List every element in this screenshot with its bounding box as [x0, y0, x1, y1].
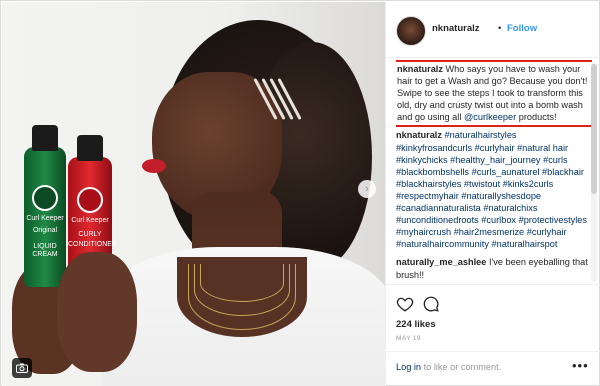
- header-username[interactable]: nknaturalz: [432, 23, 480, 34]
- hashtag-comment: nknaturalz #naturalhairstyles #kinkyfros…: [396, 129, 592, 250]
- bottle-line1: CURLY: [78, 231, 102, 238]
- login-row: Log in to like or comment. •••: [386, 351, 600, 385]
- camera-icon: [12, 358, 32, 378]
- comments-scrollbar-thumb[interactable]: [591, 64, 597, 194]
- bottle-line2: CONDITIONER: [68, 241, 117, 248]
- bottle-line2: LIQUID CREAM: [32, 243, 58, 258]
- hashtag-comment-username[interactable]: nknaturalz: [396, 130, 442, 140]
- login-prompt: Log in to like or comment.: [396, 362, 501, 372]
- login-link[interactable]: Log in: [396, 362, 421, 372]
- photo-right-hand: [57, 252, 137, 372]
- bottle-brand: Curl Keeper: [26, 215, 64, 222]
- comment: naturally_me_ashlee I've been eyeballing…: [396, 256, 592, 280]
- login-prompt-text: to like or comment.: [423, 362, 502, 372]
- post-date: MAY 19: [396, 335, 421, 342]
- instagram-post: Curl Keeper Original LIQUID CREAM Curl K…: [0, 0, 600, 386]
- post-side-panel: nknaturalz • Follow nknaturalz Who says …: [385, 2, 600, 386]
- highlighted-caption: nknaturalz Who says you have to wash you…: [396, 60, 592, 128]
- caption-mention[interactable]: @curlkeeper: [464, 112, 516, 122]
- comment-icon[interactable]: [422, 295, 440, 313]
- comment-username[interactable]: naturally_me_ashlee: [396, 257, 486, 267]
- heart-icon[interactable]: [396, 295, 414, 313]
- header-separator: •: [498, 23, 502, 34]
- avatar[interactable]: [396, 16, 426, 46]
- post-header: nknaturalz • Follow: [386, 2, 600, 58]
- more-options-icon[interactable]: •••: [572, 358, 589, 373]
- photo-lips: [142, 159, 166, 173]
- post-photo[interactable]: Curl Keeper Original LIQUID CREAM Curl K…: [2, 2, 385, 386]
- caption-text-end: products!: [518, 112, 557, 123]
- bottle-line1: Original: [32, 227, 58, 234]
- photo-bobby-pins: [253, 74, 302, 126]
- hashtag-list[interactable]: #naturalhairstyles #kinkyfrosandcurls #c…: [396, 130, 587, 249]
- likes-count[interactable]: 224 likes: [396, 319, 436, 330]
- follow-button[interactable]: Follow: [507, 23, 537, 34]
- comments-list[interactable]: nknaturalz Who says you have to wash you…: [396, 60, 592, 282]
- curl-keeper-green-bottle: Curl Keeper Original LIQUID CREAM: [24, 125, 66, 287]
- bottle-brand: Curl Keeper: [71, 217, 109, 224]
- caption-username[interactable]: nknaturalz: [397, 64, 443, 74]
- chevron-right-icon[interactable]: ›: [358, 180, 376, 198]
- photo-necklace-3: [188, 264, 296, 330]
- post-actions: 224 likes MAY 19 Log in to like or comme…: [386, 284, 600, 384]
